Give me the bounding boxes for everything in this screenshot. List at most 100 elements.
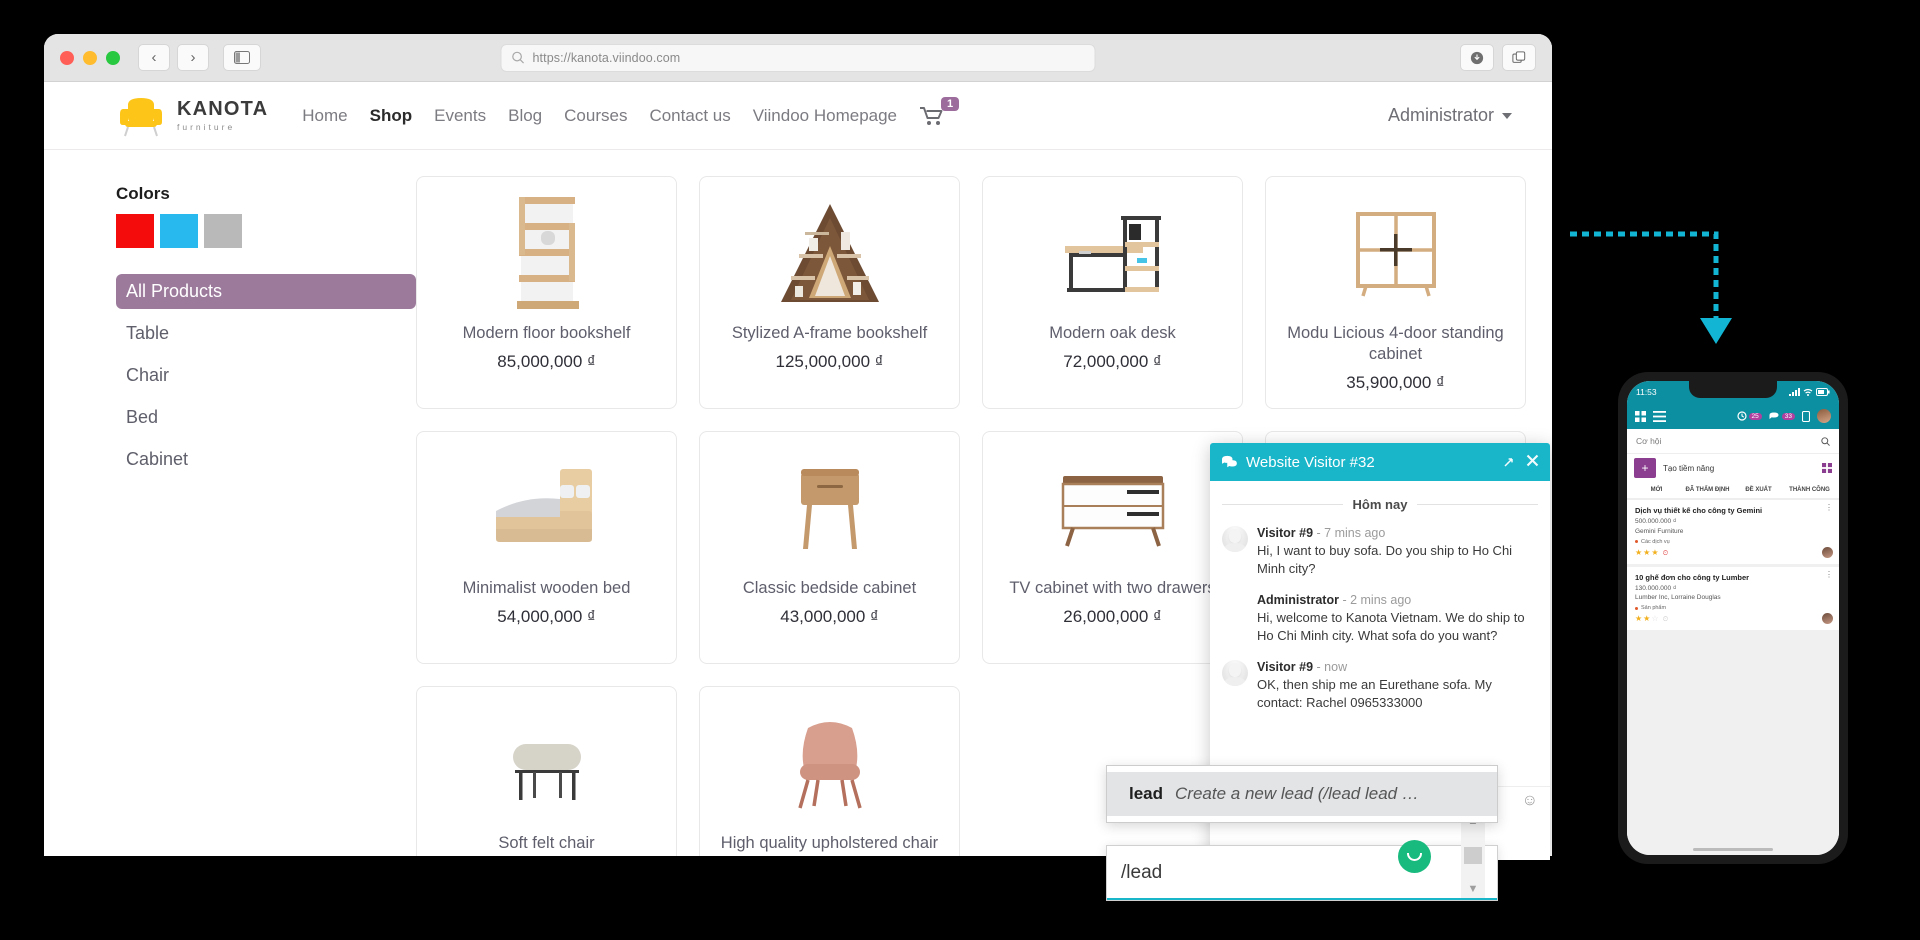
product-price: 26,000,000 ₫ — [1063, 607, 1162, 627]
close-window-button[interactable] — [60, 50, 74, 65]
messages-badge-count: 33 — [1781, 412, 1795, 420]
browser-titlebar: ‹ › https://kanota.viindoo.com — [44, 34, 1552, 82]
clock-refresh-icon — [1736, 411, 1747, 421]
mobile-device-icon[interactable] — [1802, 410, 1810, 422]
product-price: 35,900,000 ₫ — [1346, 373, 1445, 393]
product-card[interactable]: Minimalist wooden bed 54,000,000 ₫ — [416, 431, 677, 664]
forward-button[interactable]: › — [177, 44, 209, 71]
list-item[interactable]: ⋮ 10 ghế đơn cho công ty Lumber 130.000.… — [1627, 566, 1839, 630]
product-card[interactable]: Classic bedside cabinet 43,000,000 ₫ — [699, 431, 960, 664]
messages-indicator[interactable]: 33 — [1769, 412, 1795, 421]
nav-item-contact-us[interactable]: Contact us — [649, 106, 730, 126]
category-table[interactable]: Table — [116, 316, 416, 351]
product-card[interactable]: Modern floor bookshelf 85,000,000 ₫ — [416, 176, 677, 409]
product-name: Classic bedside cabinet — [742, 579, 917, 597]
duplicate-tabs-icon[interactable] — [1502, 44, 1536, 71]
category-chair[interactable]: Chair — [116, 358, 416, 393]
product-card[interactable]: Soft felt chair 2,400,000 ₫ — [416, 686, 677, 856]
nav-item-courses[interactable]: Courses — [564, 106, 627, 126]
product-price: 72,000,000 ₫ — [1063, 352, 1162, 372]
category-all-products[interactable]: All Products — [116, 274, 416, 309]
chat-scrollbar[interactable]: ▲ ▼ — [1461, 812, 1485, 898]
window-traffic-lights[interactable] — [60, 50, 120, 65]
list-item[interactable]: ⋮ Dịch vụ thiết kế cho công ty Gemini 50… — [1627, 500, 1839, 564]
tab-moi[interactable]: MỚI — [1631, 482, 1682, 498]
nav-item-shop[interactable]: Shop — [370, 106, 413, 126]
close-icon[interactable] — [1526, 454, 1539, 470]
phone-clock: 11:53 — [1636, 387, 1657, 397]
tab-da-tham-dinh[interactable]: ĐÃ THẨM ĐỊNH — [1682, 482, 1733, 498]
account-label: Administrator — [1387, 105, 1494, 125]
address-bar[interactable]: https://kanota.viindoo.com — [500, 43, 1096, 72]
hamburger-menu-icon[interactable] — [1653, 410, 1666, 422]
product-card[interactable]: Stylized A-frame bookshelf 125,000,000 ₫ — [699, 176, 960, 409]
priority-stars[interactable]: ★★★ ⏲ — [1635, 548, 1831, 558]
category-bed[interactable]: Bed — [116, 400, 416, 435]
product-card[interactable]: High quality upholstered chair 14,000,00… — [699, 686, 960, 856]
chat-bubble-icon — [1222, 455, 1237, 468]
color-swatch-grey[interactable] — [204, 214, 242, 248]
expand-icon[interactable] — [1503, 454, 1517, 471]
scroll-down-icon[interactable]: ▼ — [1468, 883, 1479, 895]
user-avatar[interactable] — [1817, 409, 1831, 423]
activity-indicator[interactable]: 25 — [1736, 411, 1762, 421]
product-card[interactable]: TV cabinet with two drawers 26,000,000 ₫ — [982, 431, 1243, 664]
plus-icon[interactable]: + — [1634, 458, 1656, 478]
nav-item-events[interactable]: Events — [434, 106, 486, 126]
assignee-avatar — [1822, 613, 1833, 624]
nav-item-home[interactable]: Home — [302, 106, 347, 126]
home-indicator — [1693, 848, 1773, 851]
more-options-icon[interactable]: ⋮ — [1825, 570, 1833, 578]
opportunity-company: Gemini Furniture — [1635, 527, 1684, 535]
phone-tabs: MỚI ĐÃ THẨM ĐỊNH ĐỀ XUẤT THÀNH CÔNG — [1627, 482, 1839, 500]
kanban-view-icon[interactable] — [1822, 463, 1832, 473]
back-button[interactable]: ‹ — [138, 44, 170, 71]
product-price: 85,000,000 ₫ — [497, 352, 596, 372]
tab-de-xuat[interactable]: ĐỀ XUẤT — [1733, 482, 1784, 498]
chat-message: Administrator - 2 mins ago Hi, welcome t… — [1222, 593, 1538, 646]
site-logo[interactable]: KANOTA furniture — [116, 93, 268, 139]
maximize-window-button[interactable] — [106, 50, 120, 65]
product-card[interactable]: Modu Licious 4-door standing cabinet 35,… — [1265, 176, 1526, 409]
color-swatch-blue[interactable] — [160, 214, 198, 248]
priority-stars[interactable]: ★★☆ ⏲ — [1635, 614, 1831, 624]
opportunity-title: 10 ghế đơn cho công ty Lumber — [1635, 572, 1750, 582]
apps-grid-icon[interactable] — [1635, 410, 1646, 422]
tag-dot-icon — [1635, 540, 1638, 543]
browser-nav-buttons: ‹ › — [138, 44, 209, 71]
dashed-elbow-arrow — [1570, 231, 1732, 344]
logo-title: KANOTA — [177, 98, 269, 120]
scrollbar-thumb[interactable] — [1464, 846, 1482, 864]
emoji-smiley-icon[interactable]: ☺ — [1522, 792, 1538, 810]
main-navigation: Home Shop Events Blog Courses Contact us… — [302, 106, 897, 126]
phone-search-bar[interactable]: Cơ hội — [1627, 429, 1839, 454]
product-card[interactable]: Modern oak desk 72,000,000 ₫ — [982, 176, 1243, 409]
overdue-clock-icon: ⏲ — [1662, 549, 1670, 557]
product-name: Modu Licious 4-door standing cabinet — [1287, 324, 1504, 364]
chat-composer-input[interactable]: /lead ▲ ▼ — [1106, 812, 1498, 901]
battery-icon — [1816, 388, 1830, 396]
minimize-window-button[interactable] — [83, 50, 97, 65]
download-icon[interactable] — [1460, 44, 1494, 71]
category-cabinet[interactable]: Cabinet — [116, 442, 416, 477]
category-list: All Products Table Chair Bed Cabinet — [116, 274, 416, 484]
more-options-icon[interactable]: ⋮ — [1825, 504, 1833, 512]
color-swatch-red[interactable] — [116, 214, 154, 248]
search-icon[interactable] — [1821, 436, 1830, 446]
tab-thanh-cong[interactable]: THÀNH CÔNG — [1784, 482, 1835, 498]
phone-screen: 11:53 25 33 Cơ hội + Tạo tiềm năng MỚI Đ… — [1627, 381, 1839, 855]
nav-item-blog[interactable]: Blog — [508, 106, 542, 126]
message-text: OK, then ship me an Eurethane sofa. My c… — [1257, 676, 1492, 711]
url-text: https://kanota.viindoo.com — [532, 50, 681, 65]
cart-button[interactable]: 1 — [919, 96, 960, 127]
nav-item-viindoo-homepage[interactable]: Viindoo Homepage — [753, 106, 897, 126]
sidebar-toggle-icon[interactable] — [223, 44, 261, 71]
create-lead-label[interactable]: Tạo tiềm năng — [1663, 464, 1815, 473]
signal-icon — [1789, 388, 1800, 396]
account-dropdown[interactable]: Administrator — [1388, 105, 1512, 126]
message-author: Visitor #9 — [1257, 659, 1314, 674]
autocomplete-option-lead[interactable]: lead Create a new lead (/lead lead … — [1107, 772, 1497, 816]
composer-focus-underline — [1107, 897, 1497, 900]
logo-tagline: furniture — [177, 122, 236, 132]
colors-title: Colors — [116, 184, 170, 203]
